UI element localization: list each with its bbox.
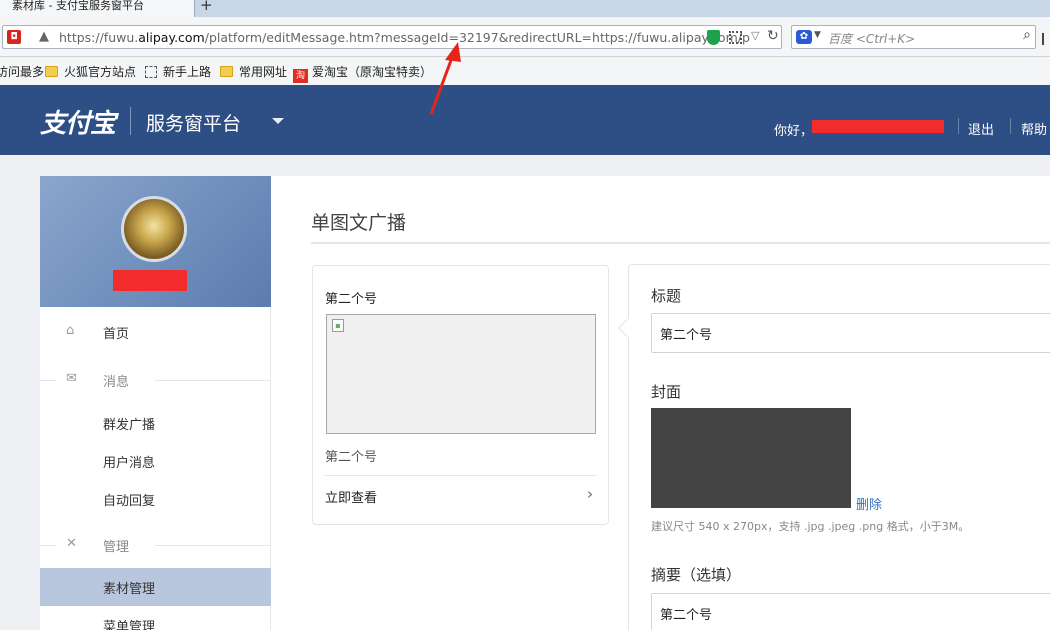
sidebar-item-broadcast[interactable]: 群发广播	[40, 404, 271, 442]
sidebar-item-label: 用户消息	[103, 456, 156, 471]
cover-label: 封面	[651, 383, 682, 401]
platform-name[interactable]: 服务窗平台	[146, 109, 241, 136]
message-preview-card[interactable]: 第二个号 ▪ 第二个号 立即查看 ›	[312, 265, 609, 525]
chevron-right-icon[interactable]: ›	[587, 485, 593, 503]
search-placeholder: 百度 <Ctrl+K>	[828, 32, 916, 46]
bookmark-most-visited[interactable]: 访问最多	[0, 63, 44, 80]
cover-size-hint: 建议尺寸 540 x 270px，支持 .jpg .jpeg .png 格式，小…	[651, 520, 970, 533]
read-more-link[interactable]: 立即查看	[325, 487, 377, 506]
panel-pointer	[618, 318, 638, 338]
bookmark-getting-started[interactable]: 新手上路	[145, 63, 211, 80]
sidebar-item-home[interactable]: ⌂ 首页	[40, 313, 271, 351]
folder-icon	[45, 66, 58, 77]
site-header: 支付宝 服务窗平台 你好， 退出 帮助	[0, 85, 1050, 155]
taobao-icon: 淘	[293, 69, 308, 83]
alipay-logo[interactable]: 支付宝	[40, 103, 116, 140]
search-bar[interactable]: ✿ ▼ 百度 <Ctrl+K> ⌕	[791, 25, 1036, 49]
title-input[interactable]: 第二个号	[651, 313, 1050, 353]
profile-banner	[40, 176, 271, 307]
bookmark-label: 爱淘宝（原淘宝特卖）	[312, 65, 433, 79]
sidebar: ⌂ 首页 ✉ 消息 群发广播 用户消息 自动回复 ✕ 管理 素材管理 菜单管理	[40, 176, 271, 630]
sidebar-item-menu-manage[interactable]: 菜单管理	[40, 606, 271, 630]
section-rule	[40, 380, 56, 381]
search-engine-dropdown-icon[interactable]: ▼	[814, 30, 821, 40]
title-divider	[311, 242, 1050, 244]
bookmark-common-sites[interactable]: 常用网址	[220, 63, 287, 80]
main-content: 单图文广播 第二个号 ▪ 第二个号 立即查看 › 标题 第二个号 封面 删除 建…	[271, 176, 1050, 630]
url-domain: alipay.com	[138, 30, 205, 45]
section-label: 消息	[103, 375, 130, 390]
bookmark-label: 常用网址	[239, 65, 288, 79]
preview-cover-image: ▪	[326, 314, 596, 434]
sidebar-item-label: 首页	[103, 327, 130, 342]
sidebar-item-label: 素材管理	[103, 582, 156, 597]
sidebar-item-auto-reply[interactable]: 自动回复	[40, 480, 271, 518]
search-icon[interactable]: ⌕	[1023, 27, 1031, 43]
bookmark-ai-taobao[interactable]: 淘爱淘宝（原淘宝特卖）	[293, 63, 432, 83]
logout-link[interactable]: 退出	[968, 119, 994, 138]
baidu-paw-icon[interactable]: ✿	[796, 30, 812, 44]
redacted-username	[812, 120, 944, 133]
header-separator	[958, 118, 959, 134]
section-rule	[40, 545, 56, 546]
broken-image-icon: ▪	[332, 319, 344, 332]
bookmark-label: 火狐官方站点	[64, 65, 137, 79]
title-label: 标题	[651, 287, 682, 305]
address-bar[interactable]: ◘ ▲ https://fuwu.alipay.com/platform/edi…	[2, 25, 782, 49]
sidebar-item-label: 群发广播	[103, 418, 156, 433]
preview-divider	[325, 475, 597, 476]
reload-icon[interactable]: ↻	[767, 28, 779, 44]
sidebar-item-user-messages[interactable]: 用户消息	[40, 442, 271, 480]
sidebar-item-material-manage[interactable]: 素材管理	[40, 568, 271, 606]
qr-code-icon[interactable]	[729, 31, 742, 44]
url-path: /platform/editMessage.htm?messageId=3219…	[204, 30, 750, 45]
folder-icon	[220, 66, 233, 77]
page-icon	[145, 66, 157, 78]
summary-input[interactable]: 第二个号	[651, 593, 1050, 630]
home-icon: ⌂	[66, 323, 75, 338]
cover-image[interactable]	[651, 408, 851, 508]
preview-summary: 第二个号	[325, 450, 378, 465]
header-separator	[1010, 118, 1011, 134]
url-scheme: https://fuwu.	[59, 30, 139, 45]
bookmarks-bar: 访问最多 火狐官方站点 新手上路 常用网址 淘爱淘宝（原淘宝特卖）	[0, 57, 1050, 85]
dropdown-arrow-icon[interactable]: ▽	[751, 29, 759, 42]
section-rule	[155, 545, 271, 546]
sidebar-item-label: 自动回复	[103, 494, 156, 509]
browser-nav-bar: ◘ ▲ https://fuwu.alipay.com/platform/edi…	[0, 17, 1050, 57]
summary-label: 摘要（选填）	[651, 566, 742, 584]
delete-cover-link[interactable]: 删除	[856, 494, 882, 513]
site-favicon-icon: ◘	[7, 30, 21, 44]
section-label: 管理	[103, 540, 130, 555]
shield-icon[interactable]	[707, 30, 720, 45]
sidebar-section-messages: ✉ 消息	[40, 361, 271, 399]
bookmark-label: 新手上路	[163, 65, 212, 79]
sidebar-item-label: 菜单管理	[103, 620, 156, 630]
url-text[interactable]: https://fuwu.alipay.com/platform/editMes…	[59, 30, 750, 45]
greeting-text: 你好，	[774, 124, 814, 139]
bookmark-firefox-official[interactable]: 火狐官方站点	[45, 63, 136, 80]
menu-overflow-icon[interactable]	[1042, 33, 1044, 45]
platform-dropdown-icon[interactable]	[272, 118, 284, 124]
logo-divider	[130, 107, 131, 135]
browser-tab-strip: 素材库 - 支付宝服务窗平台 +	[0, 0, 1050, 17]
redacted-account-name	[113, 270, 187, 291]
warning-triangle-icon[interactable]: ▲	[39, 29, 49, 44]
envelope-icon: ✉	[66, 371, 77, 386]
section-rule	[155, 380, 271, 381]
new-tab-plus-icon[interactable]: +	[200, 0, 218, 13]
edit-form-panel: 标题 第二个号 封面 删除 建议尺寸 540 x 270px，支持 .jpg .…	[618, 264, 1050, 630]
preview-title: 第二个号	[325, 292, 378, 307]
help-link[interactable]: 帮助	[1021, 119, 1047, 138]
browser-tab[interactable]: 素材库 - 支付宝服务窗平台	[0, 0, 195, 17]
wrench-icon: ✕	[66, 536, 77, 551]
avatar[interactable]	[121, 196, 187, 262]
page-title: 单图文广播	[311, 212, 407, 234]
sidebar-section-manage: ✕ 管理	[40, 526, 271, 564]
